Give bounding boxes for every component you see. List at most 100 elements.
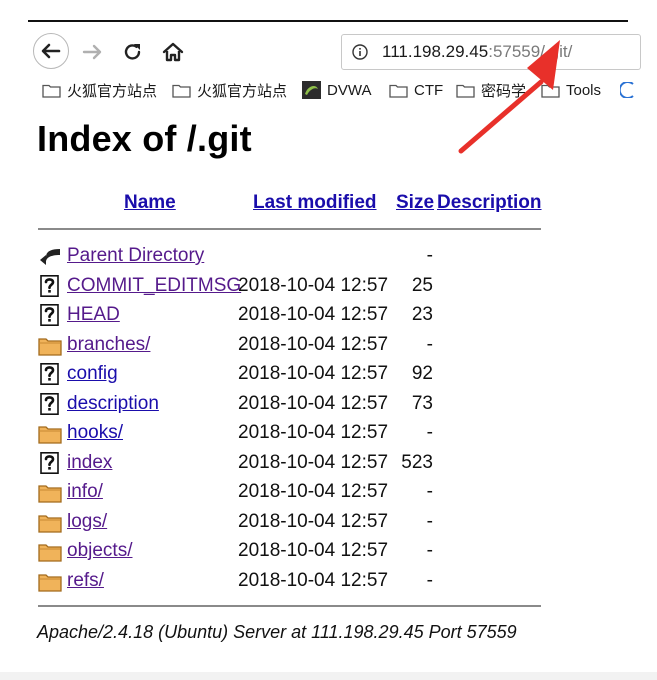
- bookmark-label: DVWA: [327, 81, 372, 99]
- forward-arrow-icon: [82, 44, 102, 60]
- back-arrow-icon: [38, 245, 62, 267]
- globe-icon: [620, 82, 634, 98]
- url-text[interactable]: 111.198.29.45:57559/.git/: [382, 42, 572, 62]
- table-row: refs/2018-10-04 12:57 -: [0, 568, 657, 596]
- folder-icon: [38, 422, 62, 444]
- url-host: 111.198.29.45: [382, 42, 489, 61]
- bookmark-dvwa[interactable]: DVWA: [302, 78, 371, 102]
- page-title: Index of /.git: [37, 118, 252, 159]
- bookmark-tools[interactable]: Tools: [541, 78, 601, 102]
- last-modified-cell: 2018-10-04 12:57: [238, 481, 389, 502]
- table-row: Parent Directory -: [0, 243, 657, 271]
- last-modified-cell: 2018-10-04 12:57: [238, 451, 389, 473]
- size-cell: 73: [411, 392, 433, 414]
- footer-divider: [38, 605, 541, 607]
- folder-icon: [42, 84, 61, 98]
- unknown-file-icon: [38, 392, 62, 415]
- size-cell: -: [426, 333, 433, 355]
- file-link[interactable]: logs/: [67, 511, 107, 533]
- bookmarks-toolbar: 火狐官方站点 火狐官方站点 DVWA CTF 密码学 Tools: [0, 78, 657, 102]
- size-cell: 25: [411, 274, 433, 296]
- table-row: config 2018-10-04 12:57 92: [0, 361, 657, 389]
- bookmark-firefox-site-1[interactable]: 火狐官方站点: [42, 78, 157, 102]
- last-modified-cell: 2018-10-04 12:57: [238, 510, 389, 532]
- size-cell: -: [426, 540, 433, 561]
- back-arrow-icon: [41, 43, 61, 59]
- last-modified-cell: 2018-10-04 12:57: [238, 569, 389, 591]
- bookmark-ctf[interactable]: CTF: [389, 78, 443, 102]
- size-cell: 23: [411, 304, 433, 325]
- reload-button[interactable]: [121, 40, 145, 64]
- file-link[interactable]: description: [67, 393, 159, 415]
- browser-chrome: 111.198.29.45:57559/.git/ 火狐官方站点 火狐官方站点 …: [0, 0, 657, 108]
- size-cell: -: [426, 422, 433, 443]
- bookmark-overflow[interactable]: [620, 78, 634, 102]
- table-row: HEAD 2018-10-04 12:57 23: [0, 302, 657, 330]
- unknown-file-icon: [38, 274, 62, 297]
- bookmark-firefox-site-2[interactable]: 火狐官方站点: [172, 78, 287, 102]
- last-modified-cell: 2018-10-04 12:57: [238, 333, 389, 355]
- folder-icon: [389, 84, 408, 98]
- column-header-name[interactable]: Name: [124, 192, 176, 214]
- file-link[interactable]: refs/: [67, 570, 104, 592]
- dvwa-icon: [302, 81, 321, 99]
- unknown-file-icon: [38, 363, 62, 385]
- folder-icon: [456, 84, 475, 98]
- size-cell: -: [426, 510, 433, 532]
- home-button[interactable]: [161, 40, 185, 64]
- bookmark-label: 火狐官方站点: [197, 82, 288, 100]
- last-modified-cell: 2018-10-04 12:57: [238, 422, 389, 443]
- table-row: COMMIT_EDITMSG 2018-10-04 12:57 25: [0, 273, 657, 301]
- back-button[interactable]: [33, 33, 69, 69]
- last-modified-cell: 2018-10-04 12:57: [238, 274, 389, 296]
- folder-icon: [172, 84, 191, 98]
- column-header-size[interactable]: Size: [396, 192, 434, 214]
- table-row: hooks/2018-10-04 12:57 -: [0, 420, 657, 448]
- server-signature: Apache/2.4.18 (Ubuntu) Server at 111.198…: [37, 622, 517, 642]
- folder-icon: [38, 481, 62, 503]
- bookmark-label: 火狐官方站点: [67, 82, 158, 100]
- home-icon: [162, 42, 184, 62]
- bookmark-label: 密码学: [481, 82, 527, 100]
- last-modified-cell: 2018-10-04 12:57: [238, 363, 389, 384]
- table-row: description 2018-10-04 12:57 73: [0, 391, 657, 419]
- file-link[interactable]: index: [67, 452, 112, 474]
- size-cell: 523: [401, 451, 433, 473]
- url-path: /.git/: [540, 42, 573, 61]
- file-link[interactable]: info/: [67, 481, 103, 503]
- folder-icon: [38, 334, 62, 356]
- reload-icon: [124, 44, 141, 60]
- unknown-file-icon: [38, 451, 62, 474]
- window-top-border: [28, 20, 628, 22]
- column-header-last-modified[interactable]: Last modified: [253, 192, 377, 214]
- table-row: branches/2018-10-04 12:57 -: [0, 332, 657, 360]
- table-row: info/2018-10-04 12:57 -: [0, 479, 657, 507]
- column-header-description[interactable]: Description: [437, 192, 542, 214]
- info-icon[interactable]: [352, 44, 368, 60]
- table-row: objects/2018-10-04 12:57 -: [0, 538, 657, 566]
- bookmark-label: Tools: [566, 81, 602, 99]
- size-cell: 92: [411, 363, 433, 384]
- header-divider: [38, 228, 541, 230]
- table-row: logs/2018-10-04 12:57 -: [0, 509, 657, 537]
- folder-icon: [38, 511, 62, 533]
- unknown-file-icon: [38, 304, 62, 326]
- folder-icon: [541, 84, 560, 98]
- file-link[interactable]: objects/: [67, 540, 132, 562]
- folder-icon: [38, 570, 62, 592]
- file-link[interactable]: COMMIT_EDITMSG: [67, 275, 241, 297]
- folder-icon: [38, 540, 62, 562]
- url-port: 57559: [492, 42, 541, 61]
- table-row: index 2018-10-04 12:57 523: [0, 450, 657, 478]
- file-link[interactable]: HEAD: [67, 304, 120, 326]
- size-cell: -: [426, 245, 433, 266]
- last-modified-cell: 2018-10-04 12:57: [238, 304, 389, 325]
- last-modified-cell: 2018-10-04 12:57: [238, 392, 389, 414]
- bookmark-cryptography[interactable]: 密码学: [456, 78, 526, 102]
- bottom-edge: [0, 672, 657, 680]
- file-link[interactable]: hooks/: [67, 422, 123, 444]
- file-link[interactable]: config: [67, 363, 118, 385]
- forward-button[interactable]: [81, 40, 105, 64]
- file-link[interactable]: branches/: [67, 334, 150, 356]
- file-link[interactable]: Parent Directory: [67, 245, 204, 267]
